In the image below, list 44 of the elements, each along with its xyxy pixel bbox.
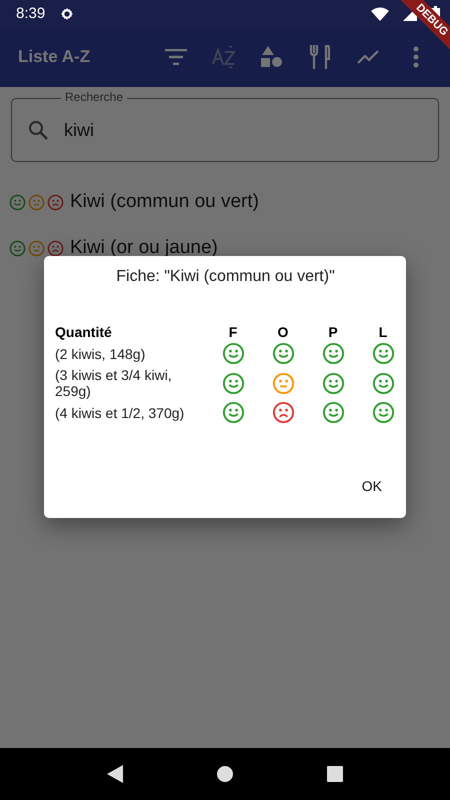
search-label: Recherche <box>61 90 128 104</box>
quantity-cell-text: (4 kiwis et 1/2, 370g) <box>55 404 186 420</box>
app-title: Liste A-Z <box>18 47 92 67</box>
search-input[interactable]: kiwi <box>62 118 362 142</box>
smiley-face-icon <box>222 372 244 394</box>
status-time: 8:39 <box>16 5 46 22</box>
column-header: L <box>378 324 388 340</box>
smiley-face-icon <box>222 342 244 365</box>
neutral-face-icon <box>28 240 45 256</box>
smiley-face-icon <box>372 372 394 394</box>
column-header: O <box>276 324 290 340</box>
search-icon <box>28 120 48 140</box>
more-menu-icon[interactable] <box>413 46 419 68</box>
smiley-face-icon <box>9 194 26 210</box>
back-icon[interactable] <box>107 765 123 783</box>
food-name[interactable]: Kiwi (or ou jaune) <box>70 237 218 259</box>
quantity-cell-text: (2 kiwis, 148g) <box>55 346 146 362</box>
smiley-face-icon <box>322 342 344 365</box>
neutral-face-icon <box>28 194 45 210</box>
shapes-icon[interactable] <box>261 46 283 68</box>
frowning-face-icon <box>47 240 64 256</box>
frowning-face-icon <box>272 401 294 424</box>
settings-icon <box>59 6 76 22</box>
smiley-face-icon <box>9 240 26 256</box>
dialog-title: Fiche: "Kiwi (commun ou vert)" <box>115 268 336 286</box>
column-header: F <box>228 324 238 340</box>
smiley-face-icon <box>372 401 394 424</box>
home-icon[interactable] <box>217 766 233 782</box>
smiley-face-icon <box>222 401 244 424</box>
smiley-face-icon <box>322 401 344 424</box>
column-header: Quantité <box>55 324 113 340</box>
ok-button[interactable]: OK <box>348 468 396 504</box>
food-name[interactable]: Kiwi (commun ou vert) <box>70 191 259 213</box>
trend-line-icon[interactable] <box>357 50 379 64</box>
fork-knife-icon[interactable] <box>309 45 331 69</box>
smiley-face-icon <box>322 372 344 394</box>
frowning-face-icon <box>47 194 64 210</box>
column-header: P <box>327 324 339 340</box>
wifi-icon <box>371 6 389 20</box>
smiley-face-icon <box>272 342 294 365</box>
smiley-face-icon <box>372 342 394 365</box>
neutral-face-icon <box>272 372 294 394</box>
quantity-cell-text: (3 kiwis et 3/4 kiwi, 259g) <box>55 367 173 399</box>
filter-icon[interactable] <box>165 49 187 65</box>
